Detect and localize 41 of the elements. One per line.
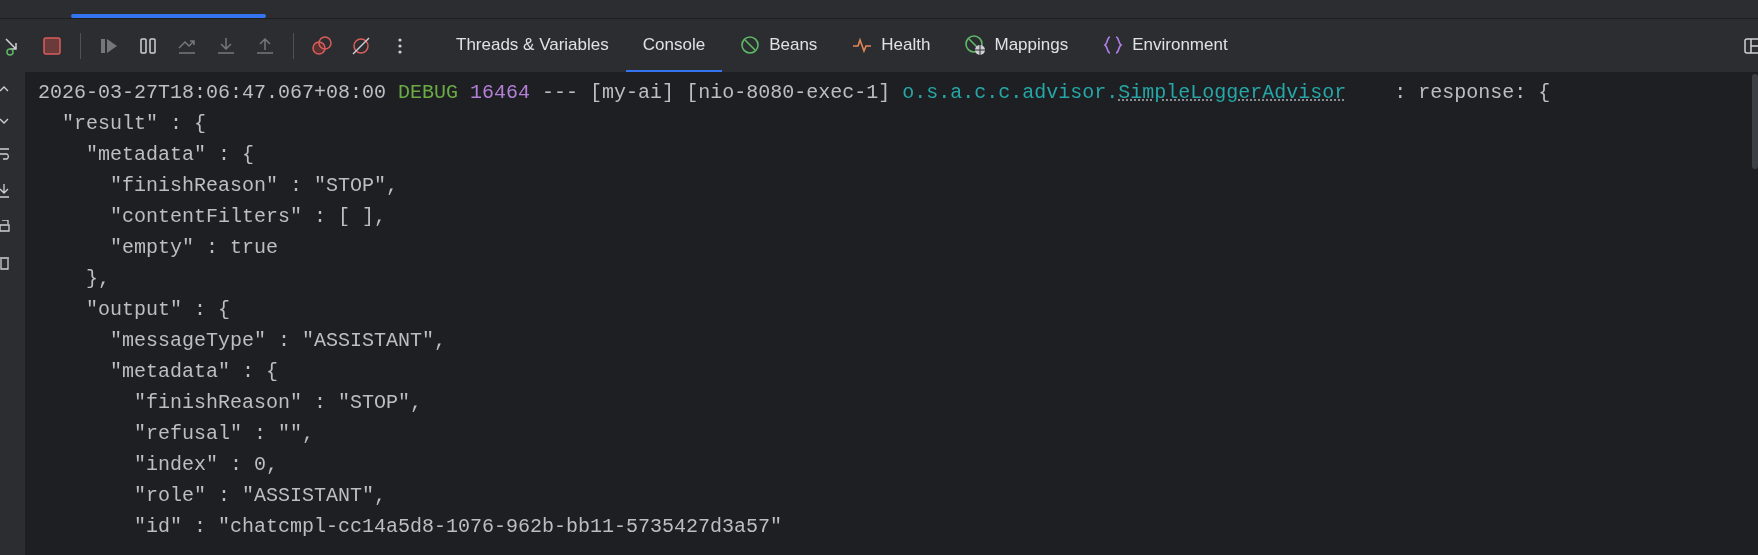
braces-icon [1102,33,1125,56]
mute-breakpoints-icon[interactable] [350,34,372,57]
tool-tab[interactable]: Mappings [947,19,1086,72]
tool-tab[interactable]: Environment [1085,19,1245,72]
console-line: "id" : "chatcmpl-cc14a5d8-1076-962b-bb11-5735427d3a57" [133,514,783,540]
log-message: : response: { [1394,80,1551,106]
breakpoints-icon[interactable] [311,34,333,57]
log-timestamp: 2026-03-27T18:06:47.067+08:00 [38,80,387,106]
wrap-icon[interactable] [0,148,10,162]
stop-icon[interactable] [41,34,63,57]
tool-tab[interactable]: Console [625,19,723,72]
log-level: DEBUG [398,80,459,106]
layout-icon[interactable] [1744,36,1758,55]
tool-tab[interactable]: Threads & Variables [439,19,626,72]
console-line: "index" : 0, [133,452,279,478]
download-icon[interactable] [0,184,10,198]
down-icon[interactable] [0,116,10,126]
console-line: "finishReason" : "STOP", [133,390,423,416]
console-line: "output" : { [85,297,231,323]
no-entry-icon [739,33,762,56]
console-line: "finishReason" : "STOP", [109,173,399,199]
console-line: "metadata" : { [85,142,255,168]
console-line: }, [85,266,110,292]
tool-tab[interactable]: Health [834,19,948,72]
console-line: "refusal" : "", [133,421,315,447]
globe-icon [964,33,987,56]
thread-name: [nio-8080-exec-1] [686,80,891,106]
scrollbar-thumb[interactable] [1752,74,1758,169]
app-name: [my-ai] [590,80,675,106]
logger-package: o.s.a.c.c.advisor. [902,80,1119,106]
process-id: 16464 [470,80,531,106]
console-line: "messageType" : "ASSISTANT", [109,328,447,354]
console-line: "empty" : true [109,235,279,261]
log-separator: --- [542,80,579,106]
tool-tab[interactable]: Beans [722,19,835,72]
up-icon[interactable] [0,84,10,94]
logger-class-link[interactable]: SimpleLoggerAdvisor [1118,77,1347,108]
console-line: "metadata" : { [109,359,279,385]
console-line: "result" : { [61,111,207,137]
console-line: "role" : "ASSISTANT", [133,483,387,509]
console-line: "contentFilters" : [ ], [109,204,387,230]
